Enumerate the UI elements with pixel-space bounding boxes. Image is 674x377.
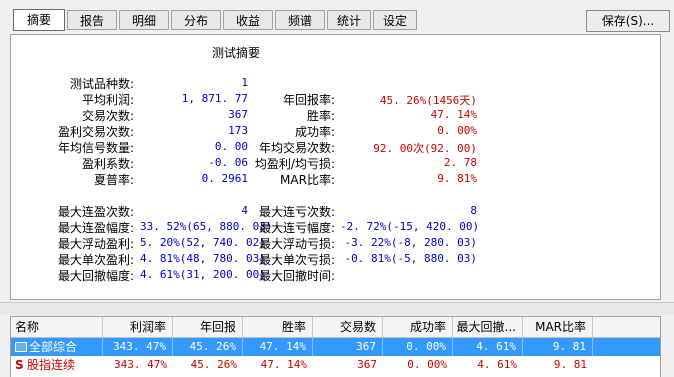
summary-value: 47. 14% xyxy=(430,108,477,121)
streak-value: -3. 22%(-8, 280. 03) xyxy=(344,236,477,249)
table-cell: 0. 00% xyxy=(383,338,453,356)
summary-label: 成功率: xyxy=(294,125,335,139)
streak-label: 最大连亏幅度: xyxy=(258,221,335,235)
table-cell: 9. 81 xyxy=(553,358,587,371)
streak-label: 最大回撤时间: xyxy=(258,269,335,283)
summary-value: 1 xyxy=(241,76,248,89)
streak-label: 最大回撤幅度: xyxy=(57,269,134,283)
streak-label: 最大单次盈利: xyxy=(57,253,134,267)
streak-value: -0. 81%(-5, 880. 03) xyxy=(344,252,477,265)
summary-value: 0. 00 xyxy=(214,140,248,153)
table-cell: 4. 61% xyxy=(477,358,517,371)
tab-settings[interactable]: 设定 xyxy=(373,10,417,30)
streak-label: 最大连盈幅度: xyxy=(57,221,134,235)
table-cell: 0. 00% xyxy=(407,358,447,371)
col-header-annual-return[interactable]: 年回报 xyxy=(173,317,243,337)
summary-value: 9. 81% xyxy=(437,172,477,185)
streak-label: 最大连亏次数: xyxy=(258,205,335,219)
streak-value: -2. 72%(-15, 420. 00) xyxy=(340,220,480,233)
streak-value: 4. 81%(48, 780. 03) xyxy=(140,252,266,265)
tab-profit[interactable]: 收益 xyxy=(223,10,273,30)
tab-detail[interactable]: 明细 xyxy=(119,10,169,30)
tab-report[interactable]: 报告 xyxy=(67,10,117,30)
table-cell: 47. 14% xyxy=(260,358,307,371)
summary-label: 年均交易次数: xyxy=(258,141,335,155)
tab-summary[interactable]: 摘要 xyxy=(13,9,65,31)
table-cell: 45. 26% xyxy=(190,358,237,371)
summary-label: 交易次数: xyxy=(81,109,134,123)
summary-value: 0. 00% xyxy=(437,124,477,137)
table-cell: 45. 26% xyxy=(173,338,243,356)
tab-spectrum[interactable]: 频谱 xyxy=(275,10,325,30)
tab-statistics[interactable]: 统计 xyxy=(327,10,371,30)
summary-label: 盈利交易次数: xyxy=(57,125,134,139)
col-header-win-rate[interactable]: 胜率 xyxy=(243,317,313,337)
row-name-cell: 全部综合 xyxy=(11,338,103,356)
col-header-name[interactable]: 名称 xyxy=(11,317,103,337)
summary-label: MAR比率: xyxy=(280,173,335,187)
summary-label: 年回报率: xyxy=(282,93,335,107)
streak-value: 8 xyxy=(470,204,477,217)
table-cell: 4. 61% xyxy=(453,338,523,356)
table-cell: 9. 81 xyxy=(523,338,593,356)
col-header-max-drawdown[interactable]: 最大回撤... xyxy=(453,317,523,337)
summary-value: 367 xyxy=(228,108,248,121)
streak-label: 最大连盈次数: xyxy=(57,205,134,219)
col-header-trade-count[interactable]: 交易数 xyxy=(313,317,383,337)
summary-value: 173 xyxy=(228,124,248,137)
summary-label: 胜率: xyxy=(306,109,335,123)
table-cell: 343. 47% xyxy=(103,338,173,356)
streak-value: 4. 61%(31, 200. 00) xyxy=(140,268,266,281)
table-cell: 367 xyxy=(357,358,377,371)
table-cell: 367 xyxy=(313,338,383,356)
summary-title: 测试摘要 xyxy=(212,46,261,60)
summary-label: 均盈利/均亏损: xyxy=(254,157,335,171)
streak-value: 33. 52%(65, 880. 03) xyxy=(140,220,273,233)
summary-value: 2. 78 xyxy=(443,156,477,169)
streak-label: 最大浮动盈利: xyxy=(57,237,134,251)
summary-label: 夏普率: xyxy=(93,173,134,187)
streak-label: 最大浮动亏损: xyxy=(258,237,335,251)
summary-value: 45. 26%(1456天) xyxy=(379,94,477,107)
table-header: 名称 利润率 年回报 胜率 交易数 成功率 最大回撤... MAR比率 xyxy=(11,317,660,338)
save-button[interactable]: 保存(S)... xyxy=(586,10,670,32)
results-table: 名称 利润率 年回报 胜率 交易数 成功率 最大回撤... MAR比率 全部综合… xyxy=(10,316,661,377)
summary-label: 平均利润: xyxy=(81,93,134,107)
table-cell: 343. 47% xyxy=(114,358,167,371)
table-cell: 47. 14% xyxy=(243,338,313,356)
tab-distribution[interactable]: 分布 xyxy=(171,10,221,30)
summary-value: -0. 06 xyxy=(208,156,248,169)
card-icon xyxy=(15,342,27,352)
streak-value: 4 xyxy=(241,204,248,217)
col-header-profit-rate[interactable]: 利润率 xyxy=(103,317,173,337)
streak-label: 最大单次亏损: xyxy=(258,253,335,267)
summary-value: 0. 2961 xyxy=(201,172,248,185)
col-header-success-rate[interactable]: 成功率 xyxy=(383,317,453,337)
row-name-cell: S 股指连续 xyxy=(15,358,76,372)
summary-label: 盈利系数: xyxy=(81,157,134,171)
tab-bar: 摘要 报告 明细 分布 收益 频谱 统计 设定 保存(S)... xyxy=(0,0,674,34)
col-header-mar-ratio[interactable]: MAR比率 xyxy=(523,317,593,337)
table-row[interactable]: S 股指连续 343. 47% 45. 26% 47. 14% 367 0. 00… xyxy=(11,356,660,374)
summary-value: 1, 871. 77 xyxy=(181,92,248,105)
stock-s-icon: S xyxy=(15,358,24,372)
summary-label: 测试品种数: xyxy=(69,77,134,91)
table-row[interactable]: 全部综合 343. 47% 45. 26% 47. 14% 367 0. 00%… xyxy=(11,338,660,356)
horizontal-scrollbar[interactable] xyxy=(0,302,674,315)
streak-value: 5. 20%(52, 740. 02) xyxy=(140,236,266,249)
summary-value: 92. 00次(92. 00) xyxy=(373,142,477,155)
summary-label: 年均信号数量: xyxy=(57,141,134,155)
